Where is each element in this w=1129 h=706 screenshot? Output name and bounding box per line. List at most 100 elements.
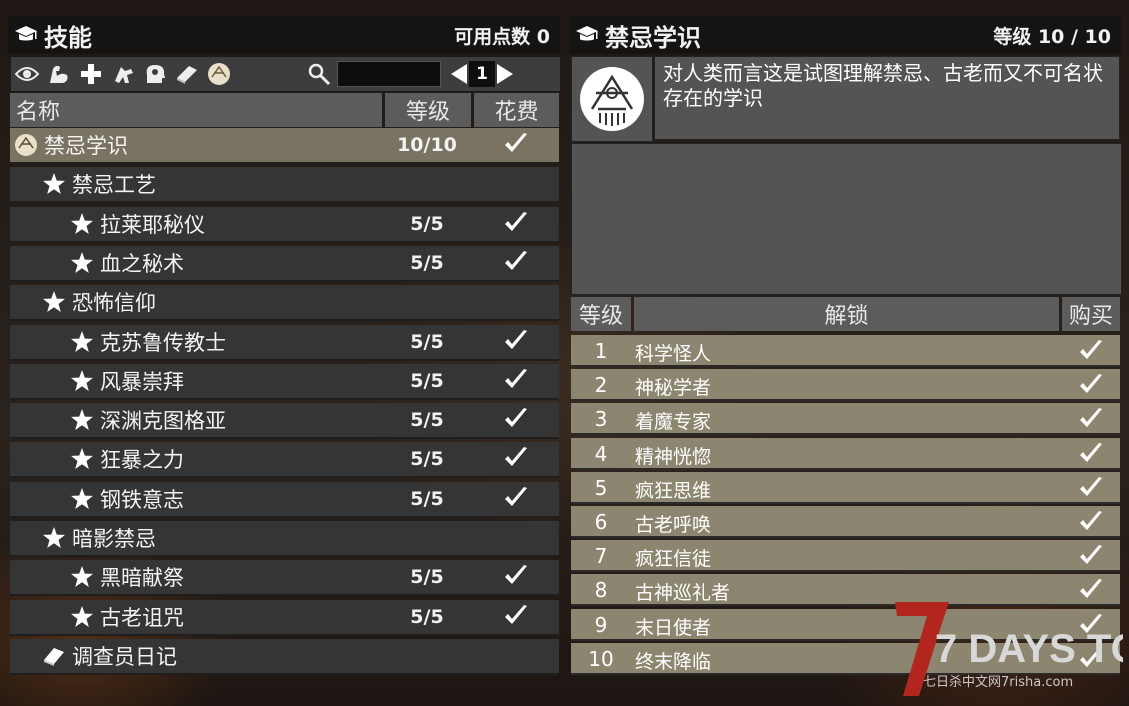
skill-row[interactable]: 黑暗献祭 5/5: [10, 560, 559, 597]
star-icon: [70, 369, 100, 393]
forbidden-lore-icon: [14, 133, 44, 157]
checkmark-icon: [502, 602, 532, 632]
checkmark-icon: [502, 248, 532, 278]
skill-row-label: 禁忌学识: [44, 134, 128, 158]
unlock-row[interactable]: 6 古老呼唤: [571, 506, 1120, 538]
skill-icon-box: [571, 56, 653, 142]
skill-row[interactable]: 风暴崇拜 5/5: [10, 363, 559, 400]
unlock-row[interactable]: 2 神秘学者: [571, 369, 1120, 402]
fortitude-icon[interactable]: [75, 59, 107, 89]
unlock-name: 终末降临: [635, 650, 712, 673]
star-icon: [42, 290, 72, 314]
unlock-column-header: 等级 解锁 购买: [571, 297, 1120, 331]
next-page-icon[interactable]: [495, 62, 515, 86]
book-icon[interactable]: [171, 59, 203, 89]
skill-row-label: 暗影禁忌: [72, 527, 156, 551]
star-icon: [70, 487, 100, 511]
checkmark-icon: [1077, 542, 1103, 568]
skill-row[interactable]: 狂暴之力 5/5: [10, 442, 559, 479]
skill-row[interactable]: 深渊克图格亚 5/5: [10, 403, 559, 440]
col-level: 等级: [385, 93, 471, 127]
logo-text: 7 DAYS TO DIE: [935, 627, 1123, 671]
checkmark-icon: [502, 484, 532, 514]
prev-page-icon[interactable]: [449, 62, 469, 86]
unlock-name: 古神巡礼者: [635, 582, 731, 605]
skill-row[interactable]: 拉莱耶秘仪 5/5: [10, 206, 559, 243]
unlock-name: 着魔专家: [635, 411, 712, 434]
skill-row-level: 5/5: [410, 487, 444, 510]
perception-icon[interactable]: [11, 59, 43, 89]
unlock-level: 8: [594, 578, 608, 603]
checkmark-icon: [502, 405, 532, 435]
unlock-level: 2: [594, 373, 608, 398]
skills-header: 技能 可用点数 0: [8, 16, 560, 54]
agility-icon[interactable]: [107, 59, 139, 89]
skill-row[interactable]: 血之秘术 5/5: [10, 245, 559, 282]
skill-row[interactable]: 恐怖信仰: [10, 285, 559, 322]
forbidden-lore-icon[interactable]: [203, 59, 235, 89]
skill-row-label: 狂暴之力: [100, 448, 184, 473]
skill-row-level: 5/5: [410, 605, 444, 628]
unlock-row[interactable]: 1 科学怪人: [571, 335, 1120, 367]
skill-row-level: 5/5: [410, 448, 444, 471]
skill-row[interactable]: 禁忌工艺: [10, 167, 559, 204]
skill-row[interactable]: 钢铁意志 5/5: [10, 481, 559, 518]
unlock-row[interactable]: 4 精神恍惚: [571, 437, 1120, 470]
unlock-row[interactable]: 5 疯狂思维: [571, 471, 1120, 504]
checkmark-icon: [1077, 371, 1103, 397]
checkmark-icon: [502, 444, 532, 474]
checkmark-icon: [1077, 508, 1103, 534]
skill-row-level: 10/10: [397, 134, 457, 156]
skill-row[interactable]: 禁忌学识 10/10: [10, 128, 559, 164]
unlock-name: 精神恍惚: [635, 445, 712, 468]
skill-row-label: 克苏鲁传教士: [100, 330, 226, 355]
skill-row-label: 风暴崇拜: [100, 369, 184, 394]
unlock-row[interactable]: 7 疯狂信徒: [571, 540, 1120, 573]
skill-row-label: 钢铁意志: [100, 487, 184, 512]
skill-row-label: 恐怖信仰: [72, 291, 156, 316]
skill-row-level: 5/5: [410, 330, 444, 353]
star-icon: [70, 330, 100, 354]
graduation-cap-icon: [575, 24, 599, 46]
skill-row[interactable]: 克苏鲁传教士 5/5: [10, 324, 559, 361]
game-logo: 7 DAYS TO DIE 七日杀中文网7risha.com: [893, 600, 1129, 700]
skill-description: 对人类而言这是试图理解禁忌、古老而又不可名状存在的学识: [654, 56, 1120, 140]
skill-row[interactable]: 古老诅咒 5/5: [10, 599, 559, 636]
unlock-name: 疯狂思维: [635, 479, 712, 502]
unlock-level: 4: [594, 441, 608, 466]
star-icon: [70, 251, 100, 275]
unlock-name: 古老呼唤: [635, 514, 712, 536]
search-icon[interactable]: [303, 59, 335, 89]
checkmark-icon: [1077, 576, 1103, 602]
unlock-name: 末日使者: [635, 616, 712, 639]
checkmark-icon: [1077, 337, 1103, 363]
skill-category-toolbar: 1: [10, 56, 561, 92]
checkmark-icon: [502, 366, 532, 396]
unlock-level: 1: [594, 339, 608, 363]
search-input[interactable]: [337, 61, 441, 87]
skill-row-level: 5/5: [410, 369, 444, 392]
col-name: 名称: [10, 93, 382, 127]
detail-empty-area: [571, 143, 1122, 295]
skill-row[interactable]: 暗影禁忌: [10, 521, 559, 557]
skill-row[interactable]: 调查员日记: [10, 638, 559, 675]
unlock-row[interactable]: 3 着魔专家: [571, 403, 1120, 436]
checkmark-icon: [1077, 405, 1103, 431]
unlock-level: 3: [594, 407, 608, 432]
strength-icon[interactable]: [43, 59, 75, 89]
col-cost: 花费: [474, 93, 559, 127]
intellect-icon[interactable]: [139, 59, 171, 89]
checkmark-icon: [502, 209, 532, 239]
forbidden-lore-icon: [578, 63, 646, 139]
skill-row-label: 拉莱耶秘仪: [100, 212, 205, 237]
unlock-level: 5: [594, 475, 608, 500]
unlock-level: 7: [594, 544, 608, 569]
skill-row-level: 5/5: [410, 566, 444, 589]
star-icon: [42, 526, 72, 550]
pager: 1: [449, 61, 515, 87]
unlock-level: 6: [594, 510, 608, 534]
skills-title: 技能: [44, 23, 92, 52]
col-buy: 购买: [1062, 297, 1120, 331]
skill-row-label: 古老诅咒: [100, 605, 184, 630]
unlock-name: 科学怪人: [635, 343, 712, 365]
